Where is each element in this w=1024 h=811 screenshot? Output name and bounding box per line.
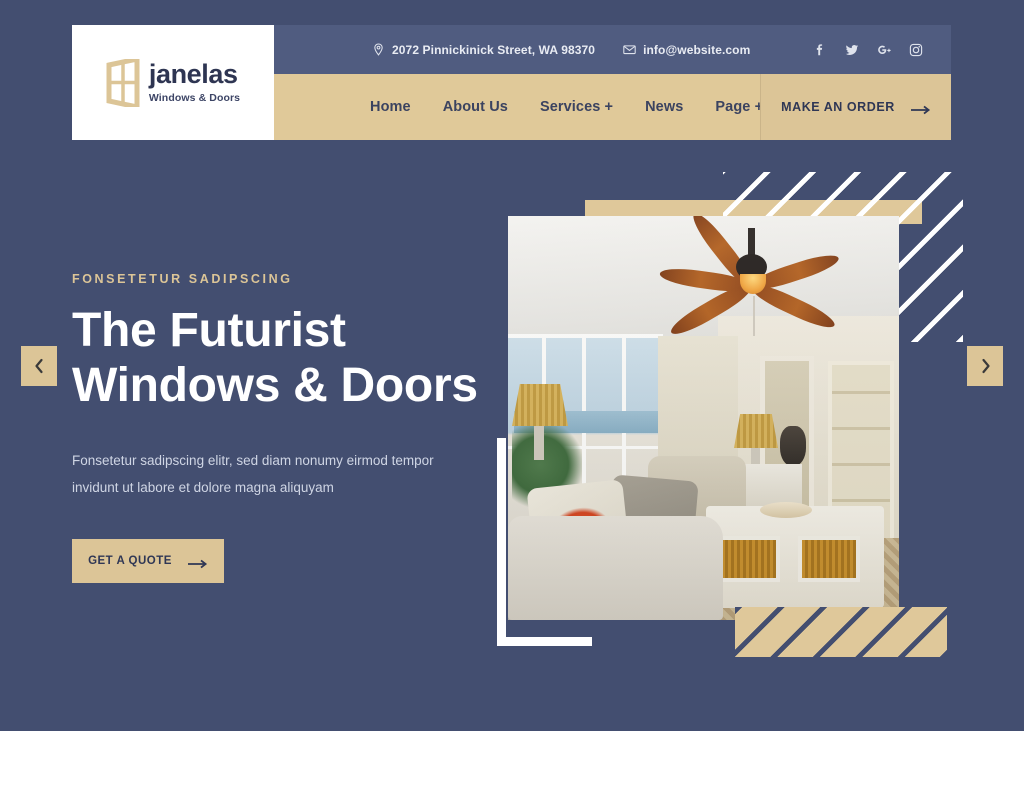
window-frame-icon [106,55,140,110]
nav-item-services[interactable]: Services + [540,99,613,115]
hero-content: FONSETETUR SADIPSCING The Futurist Windo… [72,272,492,584]
nav-item-home[interactable]: Home [370,99,411,115]
hero-subtitle-line-1: Fonsetetur sadipscing elitr, sed diam no… [72,453,434,469]
twitter-icon[interactable] [845,43,859,57]
page-root: janelas Windows & Doors 2072 Pinnickinic… [0,0,1024,811]
make-an-order-label: MAKE AN ORDER [781,100,895,114]
top-contact-bar: 2072 Pinnickinick Street, WA 98370 info@… [274,25,951,74]
decorative-white-bracket [497,438,592,646]
instagram-icon[interactable] [909,43,923,57]
facebook-icon[interactable] [813,43,827,57]
contact-info-group: 2072 Pinnickinick Street, WA 98370 info@… [372,43,750,57]
arrow-right-icon [187,556,208,569]
main-navigation: Home About Us Services + News Page + MAK… [274,74,951,140]
get-a-quote-label: GET A QUOTE [88,555,172,568]
chevron-left-icon [34,358,45,374]
logo[interactable]: janelas Windows & Doors [72,25,274,140]
make-an-order-button[interactable]: MAKE AN ORDER [760,74,951,140]
site-header: janelas Windows & Doors 2072 Pinnickinic… [72,25,951,140]
location-pin-icon [372,43,385,56]
chevron-right-icon [980,358,991,374]
hero-title-line-1: The Futurist [72,304,346,357]
hero-eyebrow: FONSETETUR SADIPSCING [72,272,293,286]
hero-title: The Futurist Windows & Doors [72,304,492,413]
nav-links: Home About Us Services + News Page + [370,99,763,115]
get-a-quote-button[interactable]: GET A QUOTE [72,539,224,584]
nav-item-page[interactable]: Page + [715,99,763,115]
hero-subtitle: Fonsetetur sadipscing elitr, sed diam no… [72,448,437,501]
hero-title-line-2: Windows & Doors [72,358,478,412]
slider-next-button[interactable] [967,346,1003,386]
arrow-right-icon [910,102,931,115]
nav-item-news[interactable]: News [645,99,683,115]
logo-tagline: Windows & Doors [148,92,241,104]
email-item[interactable]: info@website.com [623,43,750,57]
nav-item-about-us[interactable]: About Us [443,99,508,115]
envelope-icon [623,43,636,56]
social-links [813,43,923,57]
hero-subtitle-line-2: invidunt ut labore et dolore magna aliqu… [72,479,334,495]
address-item: 2072 Pinnickinick Street, WA 98370 [372,43,595,57]
logo-name: janelas [148,59,238,89]
email-text: info@website.com [643,42,751,57]
address-text: 2072 Pinnickinick Street, WA 98370 [392,42,596,57]
slider-prev-button[interactable] [21,346,57,386]
google-plus-icon[interactable] [877,43,891,57]
decorative-tan-diagonal-stripes [735,607,947,657]
